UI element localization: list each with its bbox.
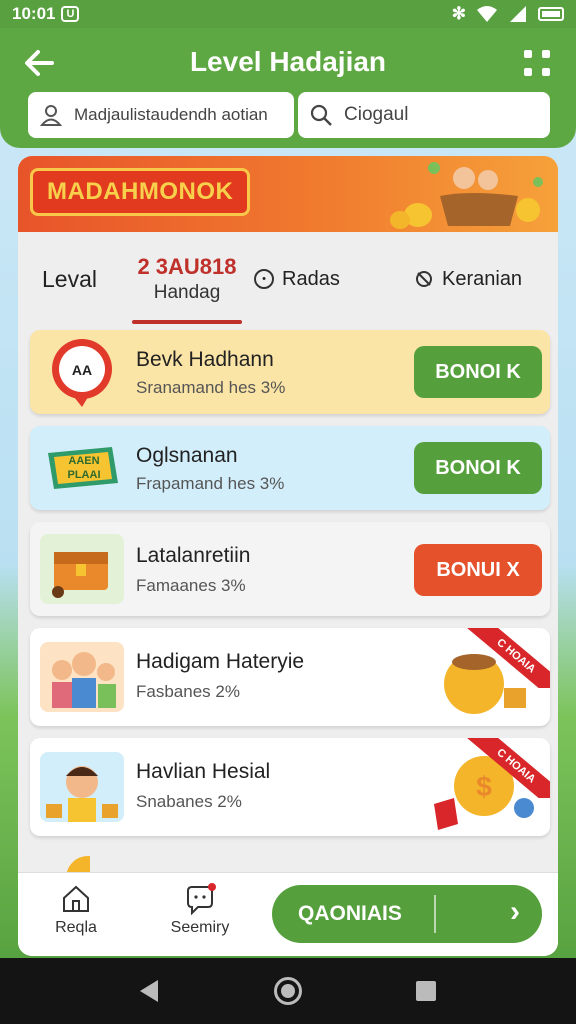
search-input[interactable]: Ciogaul bbox=[298, 92, 550, 138]
nav-home-label: Reqla bbox=[55, 919, 97, 936]
status-bar: 10:01 U ✻ bbox=[0, 0, 576, 28]
card-subtitle: Sranamand hes 3% bbox=[136, 378, 286, 397]
card-title: Bevk Hadhann bbox=[136, 348, 274, 371]
primary-cta-button[interactable]: QAONIAIS › bbox=[272, 885, 542, 943]
svg-text:AAEN: AAEN bbox=[68, 455, 99, 467]
tab-radas-label: Radas bbox=[282, 267, 340, 290]
user-search-text: Madjaulistaudendh aotian bbox=[74, 105, 268, 124]
nav-home[interactable]: Reqla bbox=[26, 883, 126, 949]
svg-text:AA: AA bbox=[72, 362, 92, 378]
wifi-icon bbox=[477, 6, 497, 22]
bluetooth-icon: ✻ bbox=[451, 4, 466, 23]
treasure-chest-icon bbox=[40, 534, 124, 604]
nav-seemiry[interactable]: Seemiry bbox=[150, 883, 250, 949]
reward-card[interactable]: Havlian Hesial Snabanes 2% $ C HOAIA bbox=[30, 738, 550, 836]
tab-bar: Leval 2 3AU818 Handag • Radas Keranian bbox=[18, 232, 558, 326]
card-title: Hadigam Hateryie bbox=[136, 650, 305, 673]
bonus-button[interactable]: BONOI K bbox=[414, 442, 542, 494]
system-navigation-bar bbox=[0, 958, 576, 1024]
nav-seemiry-label: Seemiry bbox=[170, 919, 230, 936]
ribbon-text: C HOAIA bbox=[464, 738, 550, 798]
reward-card[interactable]: AA Bevk Hadhann Sranamand hes 3% BONOI K bbox=[30, 330, 550, 414]
system-back-icon[interactable] bbox=[140, 980, 158, 1002]
bonus-button[interactable]: BONOI K bbox=[414, 346, 542, 398]
tab-radas[interactable]: • Radas bbox=[254, 232, 340, 326]
card-title: Latalanretiin bbox=[136, 544, 251, 567]
reward-card[interactable]: Hadigam Hateryie Fasbanes 2% C HOAIA bbox=[30, 628, 550, 726]
card-subtitle: Snabanes 2% bbox=[136, 792, 242, 811]
tab-handag-label: Handag bbox=[153, 282, 221, 303]
user-icon bbox=[40, 105, 62, 126]
system-home-icon[interactable] bbox=[274, 977, 302, 1005]
tab-handag-number: 2 3AU818 bbox=[137, 254, 237, 279]
cta-divider bbox=[434, 895, 436, 933]
battery-icon bbox=[538, 7, 564, 21]
tab-level[interactable]: Leval bbox=[42, 232, 97, 326]
info-circle-icon: • bbox=[254, 269, 274, 289]
active-tab-indicator bbox=[132, 320, 242, 324]
svg-text:PLAAI: PLAAI bbox=[68, 469, 101, 481]
card-subtitle: Frapamand hes 3% bbox=[136, 474, 285, 493]
app-header: Level Hadajian Madjaulistaudendh aotian … bbox=[0, 28, 576, 148]
card-subtitle: Fasbanes 2% bbox=[136, 682, 240, 701]
treasure-basket-illustration bbox=[390, 162, 543, 229]
system-recents-icon[interactable] bbox=[416, 981, 436, 1001]
family-icon bbox=[40, 642, 124, 712]
ribbon-text: C HOAIA bbox=[464, 628, 550, 688]
chevron-right-icon: › bbox=[510, 895, 520, 928]
page-title: Level Hadajian bbox=[189, 46, 387, 77]
bottom-navigation: Reqla Seemiry QAONIAIS › bbox=[18, 872, 558, 956]
signal-icon bbox=[510, 6, 526, 22]
reward-card[interactable]: AAEN PLAAI Oglsnanan Frapamand hes 3% BO… bbox=[30, 426, 550, 510]
tab-handag[interactable]: 2 3AU818 Handag bbox=[132, 232, 242, 326]
banner-label: MADAHMONOK bbox=[30, 168, 251, 216]
play-sign-icon: AAEN PLAAI bbox=[40, 433, 124, 503]
tab-keranian[interactable]: Keranian bbox=[414, 232, 522, 326]
clock-text: 10:01 bbox=[12, 4, 56, 23]
home-icon bbox=[63, 885, 89, 912]
speech-badge-icon: AA bbox=[40, 337, 124, 407]
boy-avatar-icon bbox=[40, 752, 124, 822]
notification-badge-icon: U bbox=[61, 6, 80, 22]
main-panel: MADAHMONOK Leval 2 3AU818 Handag • Radas… bbox=[18, 156, 558, 956]
reward-card[interactable]: Latalanretiin Famaanes 3% BONUI X bbox=[30, 522, 550, 616]
search-text: Ciogaul bbox=[344, 104, 409, 125]
card-subtitle: Famaanes 3% bbox=[136, 576, 246, 595]
chat-face-icon bbox=[187, 883, 216, 915]
link-icon bbox=[416, 271, 432, 287]
promo-banner[interactable]: MADAHMONOK bbox=[18, 156, 558, 232]
card-title: Oglsnanan bbox=[136, 444, 238, 467]
cta-label: QAONIAIS bbox=[298, 902, 402, 925]
tab-keranian-label: Keranian bbox=[442, 267, 523, 290]
search-icon bbox=[310, 104, 332, 126]
status-icons: ✻ bbox=[452, 4, 564, 24]
status-time: 10:01 U bbox=[12, 4, 80, 24]
grid-menu-icon[interactable] bbox=[524, 50, 550, 76]
promo-ribbon: C HOAIA bbox=[464, 628, 550, 688]
bonus-button[interactable]: BONUI X bbox=[414, 544, 542, 596]
user-search-input[interactable]: Madjaulistaudendh aotian bbox=[28, 92, 294, 138]
promo-ribbon: C HOAIA bbox=[464, 738, 550, 798]
card-title: Havlian Hesial bbox=[136, 760, 271, 783]
